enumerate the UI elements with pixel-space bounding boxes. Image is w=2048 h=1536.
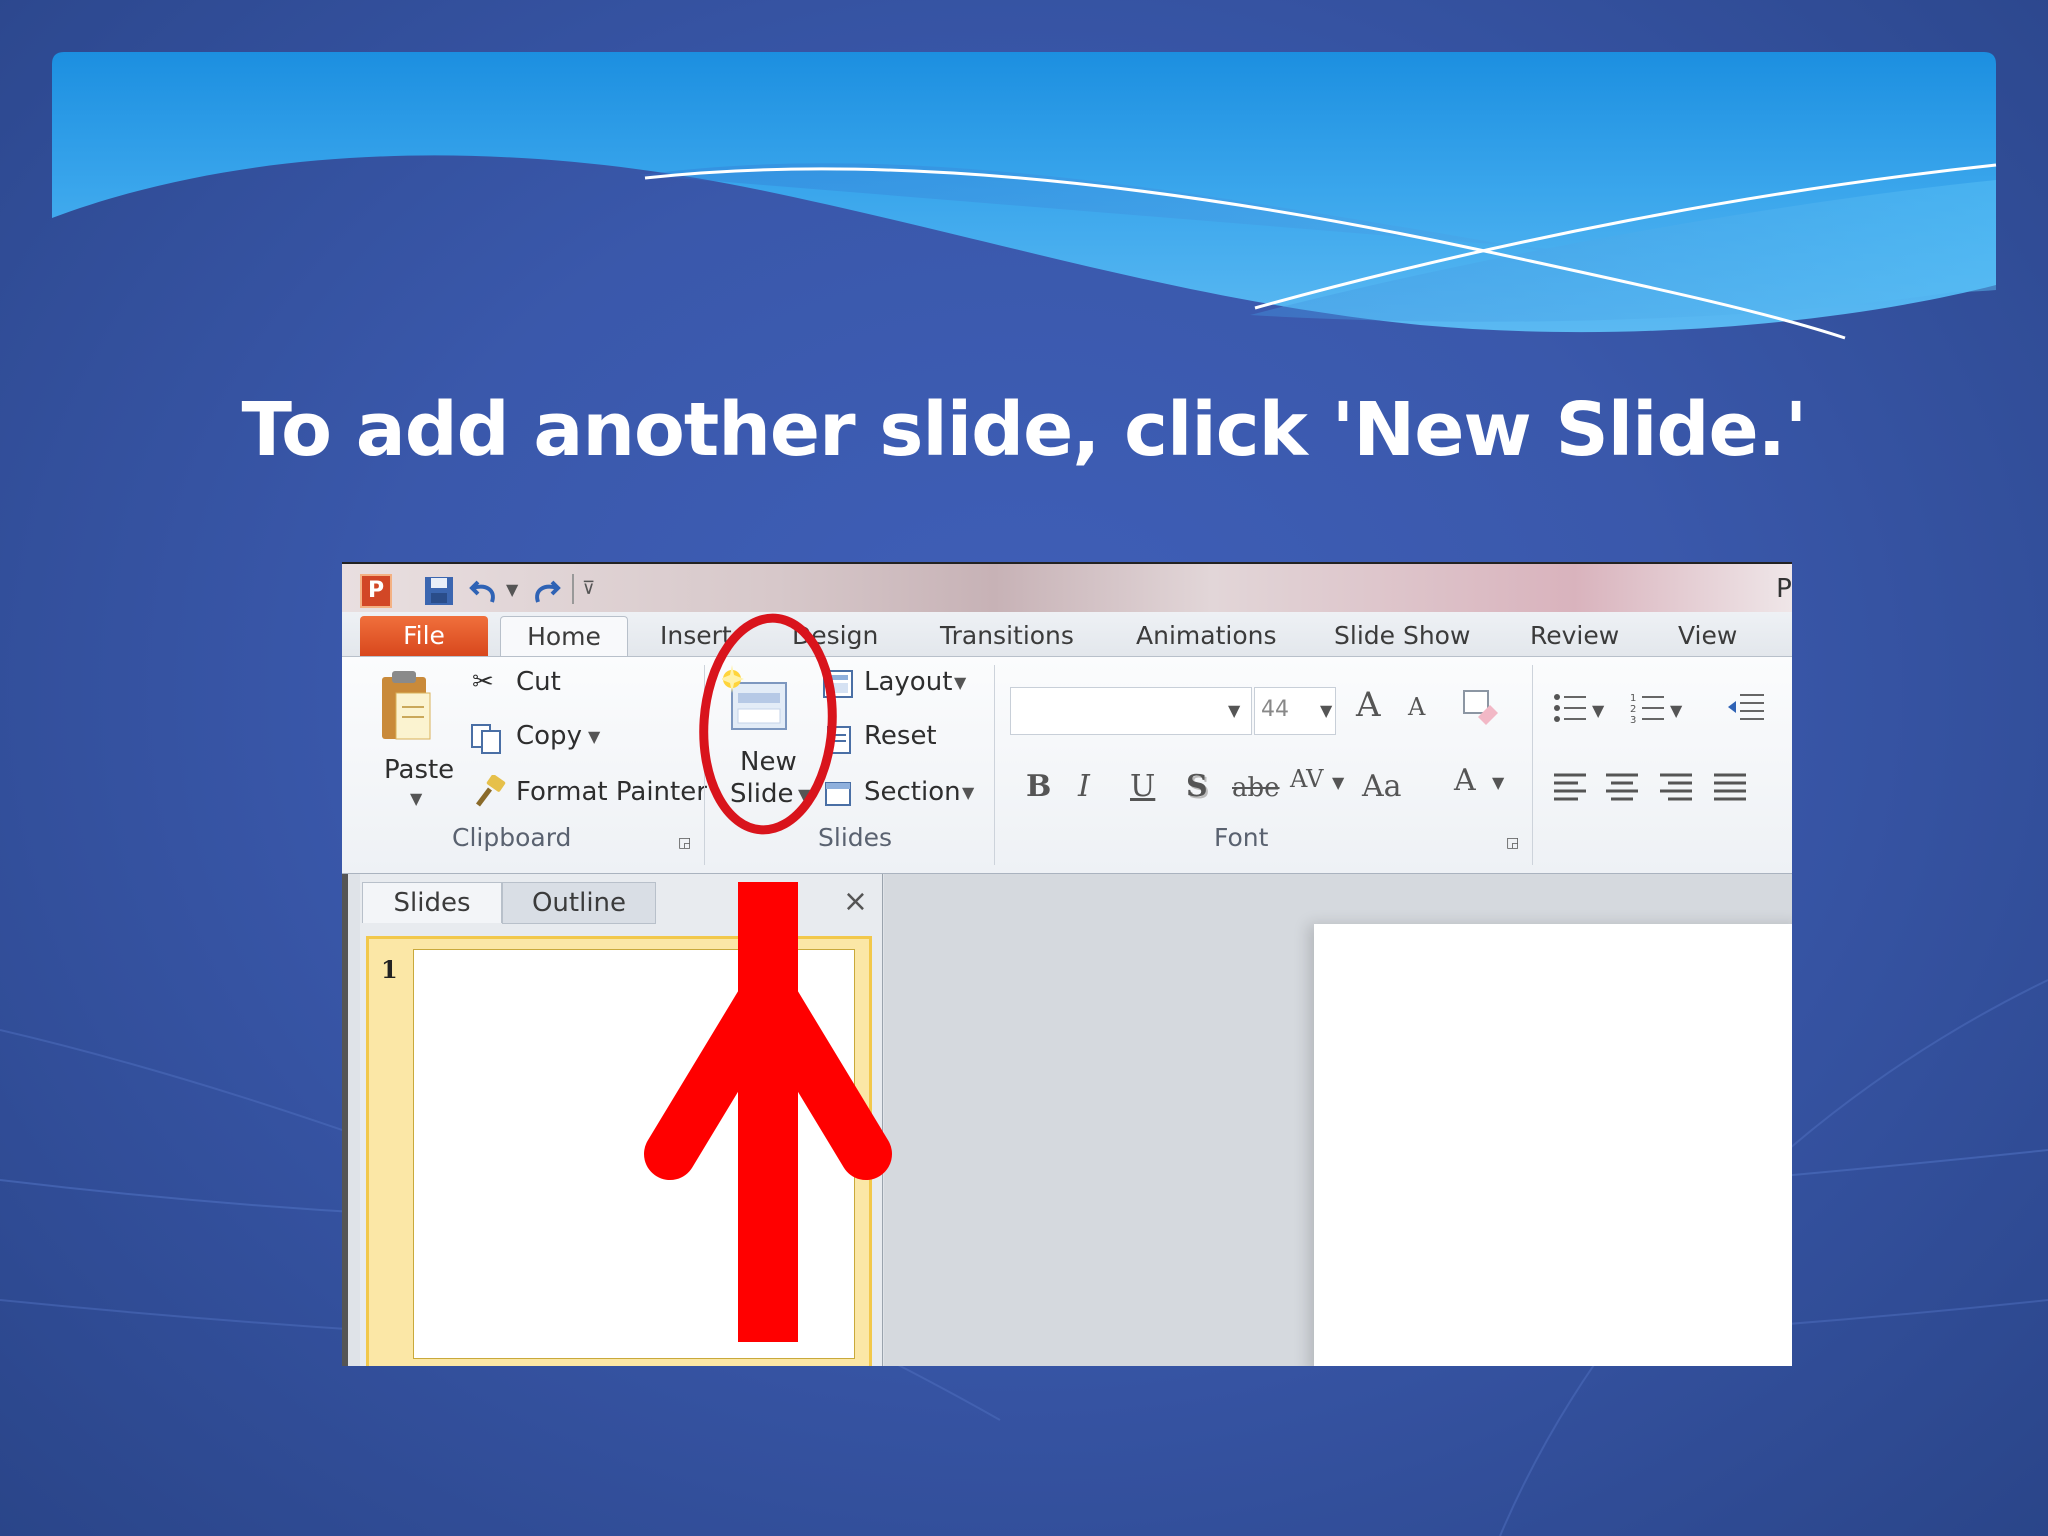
align-center-icon[interactable]: [1604, 771, 1640, 803]
section-icon[interactable]: [822, 779, 854, 809]
copy-dropdown-icon[interactable]: ▼: [588, 727, 600, 746]
font-color-button[interactable]: A: [1454, 763, 1476, 798]
window-title: Pr: [1776, 574, 1792, 604]
slide-canvas[interactable]: [1314, 924, 1792, 1366]
undo-icon[interactable]: [468, 574, 502, 608]
underline-button[interactable]: U: [1130, 769, 1155, 804]
slide-thumbnail-selected[interactable]: 1: [366, 936, 872, 1366]
close-pane-icon[interactable]: ×: [843, 884, 868, 919]
font-size-value: 44: [1261, 697, 1289, 722]
tab-transitions[interactable]: Transitions: [940, 616, 1074, 656]
font-launcher-icon[interactable]: ◲: [1506, 835, 1519, 851]
italic-button[interactable]: I: [1078, 769, 1090, 804]
font-color-dropdown-icon[interactable]: ▼: [1492, 773, 1504, 792]
clipboard-group-label: Clipboard: [452, 823, 572, 852]
font-group-label: Font: [1214, 823, 1269, 852]
new-slide-label-line1[interactable]: New: [740, 747, 797, 777]
decrease-indent-icon[interactable]: [1726, 691, 1766, 725]
svg-text:2: 2: [1630, 704, 1636, 715]
format-painter-button[interactable]: Format Painter: [516, 777, 707, 807]
tab-animations[interactable]: Animations: [1136, 616, 1276, 656]
font-name-combobox[interactable]: [1010, 687, 1252, 735]
ribbon-tabs: File Home Insert Design Transitions Anim…: [342, 612, 1792, 657]
tab-view[interactable]: View: [1678, 616, 1737, 656]
bullets-icon[interactable]: [1552, 691, 1588, 725]
align-right-icon[interactable]: [1658, 771, 1694, 803]
customize-qat-icon[interactable]: ⊽: [582, 578, 595, 599]
bold-button[interactable]: B: [1026, 769, 1051, 804]
paste-label[interactable]: Paste: [384, 755, 454, 785]
grow-font-button[interactable]: A: [1356, 685, 1381, 725]
title-bar: P ▼ ⊽ Pr: [342, 562, 1792, 614]
format-painter-icon[interactable]: [472, 775, 508, 811]
reset-button[interactable]: Reset: [864, 721, 937, 751]
text-shadow-button[interactable]: S: [1186, 769, 1208, 804]
copy-button[interactable]: Copy: [516, 721, 582, 751]
slide-editing-area: [884, 874, 1792, 1366]
clipboard-launcher-icon[interactable]: ◲: [678, 835, 691, 851]
change-case-button[interactable]: Aa: [1362, 769, 1402, 804]
numbering-dropdown-icon[interactable]: ▼: [1670, 701, 1682, 720]
svg-text:1: 1: [1630, 693, 1636, 704]
character-spacing-dropdown-icon[interactable]: ▼: [1332, 773, 1344, 792]
strikethrough-button[interactable]: abe: [1232, 773, 1280, 803]
character-spacing-button[interactable]: AV: [1290, 765, 1323, 793]
clear-formatting-icon[interactable]: [1460, 687, 1500, 727]
layout-button[interactable]: Layout: [864, 667, 952, 697]
slide-number: 1: [381, 955, 398, 984]
paste-dropdown-icon[interactable]: ▼: [410, 789, 422, 808]
tab-file[interactable]: File: [360, 616, 488, 656]
tab-insert[interactable]: Insert: [660, 616, 732, 656]
powerpoint-screenshot: P ▼ ⊽ Pr File Home Insert Design Transit…: [342, 562, 1792, 1366]
save-icon[interactable]: [422, 574, 456, 608]
section-dropdown-icon[interactable]: ▼: [962, 783, 974, 802]
new-slide-button[interactable]: Slide: [730, 779, 793, 809]
group-divider: [1532, 665, 1533, 865]
group-divider: [994, 665, 995, 865]
new-slide-dropdown-icon[interactable]: ▼: [798, 785, 810, 804]
slides-group-label: Slides: [818, 823, 893, 852]
qat-divider: [572, 574, 574, 604]
tab-outline[interactable]: Outline: [502, 882, 656, 924]
slides-pane: Slides Outline × 1: [360, 874, 883, 1366]
numbering-icon[interactable]: 123: [1630, 691, 1666, 725]
group-divider: [704, 665, 705, 865]
cut-icon[interactable]: ✂: [472, 667, 494, 697]
shrink-font-button[interactable]: A: [1408, 693, 1425, 721]
bullets-dropdown-icon[interactable]: ▼: [1592, 701, 1604, 720]
tab-slides[interactable]: Slides: [362, 882, 502, 923]
font-size-dropdown-icon[interactable]: ▼: [1320, 701, 1332, 720]
tab-home[interactable]: Home: [500, 616, 628, 657]
copy-icon[interactable]: [470, 723, 504, 755]
new-slide-icon[interactable]: [722, 665, 792, 741]
font-name-dropdown-icon[interactable]: ▼: [1228, 701, 1240, 720]
powerpoint-app-icon[interactable]: P: [360, 574, 392, 608]
slide-thumbnail[interactable]: [413, 949, 855, 1359]
tab-design[interactable]: Design: [792, 616, 878, 656]
paste-icon[interactable]: [378, 669, 434, 745]
section-button[interactable]: Section: [864, 777, 961, 807]
reset-icon[interactable]: [822, 725, 854, 755]
slide-title: To add another slide, click 'New Slide.': [241, 387, 1808, 473]
layout-icon[interactable]: [822, 669, 854, 699]
redo-icon[interactable]: [528, 574, 562, 608]
undo-dropdown-icon[interactable]: ▼: [506, 580, 518, 599]
tab-slide-show[interactable]: Slide Show: [1334, 616, 1470, 656]
ribbon-home: Paste ▼ ✂ Cut Copy ▼ Format Painter Clip…: [342, 656, 1792, 874]
justify-icon[interactable]: [1712, 771, 1748, 803]
tab-review[interactable]: Review: [1530, 616, 1619, 656]
layout-dropdown-icon[interactable]: ▼: [954, 673, 966, 692]
svg-text:3: 3: [1630, 715, 1636, 725]
cut-button[interactable]: Cut: [516, 667, 561, 697]
align-left-icon[interactable]: [1552, 771, 1588, 803]
